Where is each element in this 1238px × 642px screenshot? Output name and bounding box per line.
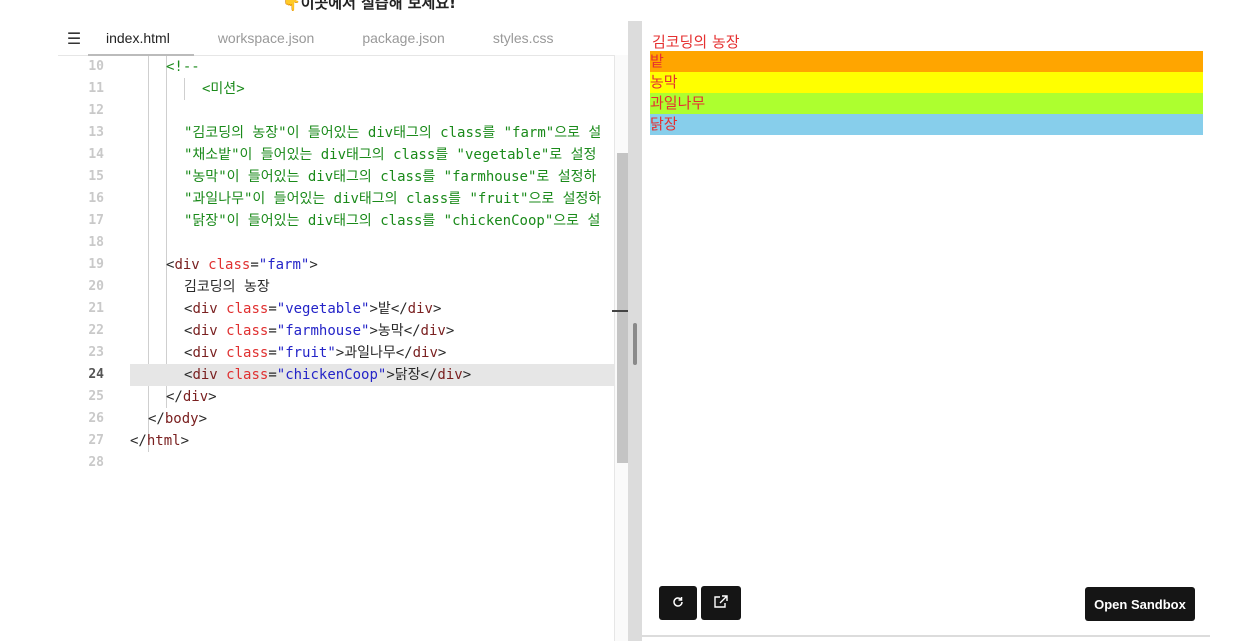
line-number: 21 — [88, 301, 104, 316]
code-area[interactable]: 10 <!-- 11 <미션> 12 13 "김코딩의 농장"이 들어있는 div태그… — [58, 56, 614, 641]
point-down-icon: 👇 — [282, 0, 301, 12]
code-editor-pane: ☰ index.html workspace.json package.json… — [58, 21, 629, 641]
code-text: "과일나무"이 들어있는 div태그의 class를 "fruit"으로 설정하 — [184, 191, 602, 207]
code-line: 18 — [58, 232, 614, 254]
line-number: 14 — [88, 147, 104, 162]
code-text: "김코딩의 농장"이 들어있는 div태그의 class를 "farm"으로 설 — [184, 125, 602, 141]
code-line: 14 "채소밭"이 들어있는 div태그의 class를 "vegetable"로… — [58, 144, 614, 166]
line-number: 12 — [88, 103, 104, 118]
refresh-button[interactable] — [659, 586, 697, 620]
external-link-icon — [713, 594, 729, 613]
line-number: 11 — [88, 81, 104, 96]
code-line: 12 — [58, 100, 614, 122]
code-line: 24 <div class="chickenCoop">닭장</div> — [58, 364, 614, 386]
code-text: <미션> — [202, 81, 245, 97]
tab-styles-css[interactable]: styles.css — [469, 21, 578, 55]
code-line: 20 김코딩의 농장 — [58, 276, 614, 298]
line-number-active: 24 — [88, 367, 104, 382]
code-line: 10 <!-- — [58, 56, 614, 78]
menu-icon[interactable]: ☰ — [60, 21, 88, 55]
line-number: 27 — [88, 433, 104, 448]
line-number: 22 — [88, 323, 104, 338]
code-line: 27 </html> — [58, 430, 614, 452]
code-line: 16 "과일나무"이 들어있는 div태그의 class를 "fruit"으로 설… — [58, 188, 614, 210]
code-line: 13 "김코딩의 농장"이 들어있는 div태그의 class를 "farm"으로… — [58, 122, 614, 144]
code-line: 21 <div class="vegetable">밭</div> — [58, 298, 614, 320]
preview-vegetable: 밭 — [650, 51, 1203, 72]
line-number: 25 — [88, 389, 104, 404]
banner-text: 이곳에서 실습해 보세요! — [300, 0, 456, 12]
code-line: 25 </div> — [58, 386, 614, 408]
line-number: 19 — [88, 257, 104, 272]
code-text: <!-- — [166, 59, 200, 75]
line-number: 17 — [88, 213, 104, 228]
code-line: 15 "농막"이 들어있는 div태그의 class를 "farmhouse"로 … — [58, 166, 614, 188]
cursor-position-marker — [612, 310, 628, 312]
tab-workspace-json[interactable]: workspace.json — [194, 21, 339, 55]
editor-scrollbar[interactable] — [614, 55, 629, 641]
code-line: 17 "닭장"이 들어있는 div태그의 class를 "chickenCoop"… — [58, 210, 614, 232]
code-text: "닭장"이 들어있는 div태그의 class를 "chickenCoop"으로… — [184, 213, 601, 229]
tab-package-json[interactable]: package.json — [338, 21, 469, 55]
refresh-icon — [671, 594, 685, 613]
code-text: "채소밭"이 들어있는 div태그의 class를 "vegetable"로 설… — [184, 147, 597, 163]
line-number: 26 — [88, 411, 104, 426]
practice-banner: 👇이곳에서 실습해 보세요! — [282, 0, 456, 13]
line-number: 13 — [88, 125, 104, 140]
line-number: 23 — [88, 345, 104, 360]
tab-index-html[interactable]: index.html — [88, 21, 194, 56]
resize-grip-icon[interactable] — [633, 323, 637, 365]
code-line: 19 <div class="farm"> — [58, 254, 614, 276]
code-text: "농막"이 들어있는 div태그의 class를 "farmhouse"로 설정… — [184, 169, 597, 185]
preview-farmhouse: 농막 — [650, 72, 1203, 93]
preview-chicken-coop: 닭장 — [650, 114, 1203, 135]
line-number: 15 — [88, 169, 104, 184]
line-number: 28 — [88, 455, 104, 470]
preview-pane: 김코딩의 농장 밭 농막 과일나무 닭장 Open Sandbox — [642, 21, 1210, 636]
line-number: 18 — [88, 235, 104, 250]
code-line: 26 </body> — [58, 408, 614, 430]
line-number: 20 — [88, 279, 104, 294]
open-sandbox-button[interactable]: Open Sandbox — [1085, 587, 1195, 621]
code-line: 11 <미션> — [58, 78, 614, 100]
preview-bottom-border — [642, 635, 1210, 637]
preview-fruit: 과일나무 — [650, 93, 1203, 114]
code-line: 22 <div class="farmhouse">농막</div> — [58, 320, 614, 342]
line-number: 10 — [88, 59, 104, 74]
code-line: 23 <div class="fruit">과일나무</div> — [58, 342, 614, 364]
pane-resize-handle[interactable] — [628, 21, 642, 641]
code-text: 김코딩의 농장 — [184, 279, 270, 295]
code-line: 28 — [58, 452, 614, 474]
line-number: 16 — [88, 191, 104, 206]
editor-scrollbar-thumb[interactable] — [617, 153, 628, 463]
file-tabs: ☰ index.html workspace.json package.json… — [58, 21, 628, 56]
preview-farm-title: 김코딩의 농장 — [652, 33, 740, 51]
open-new-window-button[interactable] — [701, 586, 741, 620]
